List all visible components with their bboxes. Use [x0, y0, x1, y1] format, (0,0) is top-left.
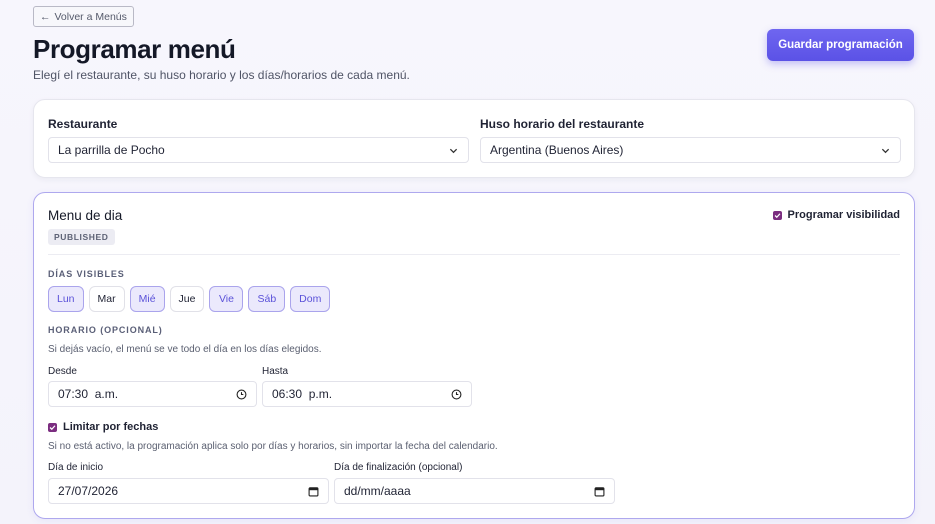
from-time-input[interactable]: 07:30 a.m. [48, 381, 257, 407]
timezone-select[interactable]: Argentina (Buenos Aires) [480, 137, 901, 163]
schedule-visibility-label: Programar visibilidad [787, 209, 900, 221]
visible-days-label: DÍAS VISIBLES [48, 269, 125, 279]
limit-dates-checkbox[interactable] [48, 422, 57, 432]
day-chip-lun[interactable]: Lun [48, 286, 84, 312]
day-selector: Lun Mar Mié Jue Vie Sáb Dom [48, 286, 331, 312]
clock-icon[interactable] [451, 389, 462, 400]
page-title: Programar menú [33, 34, 236, 64]
clock-icon[interactable] [236, 389, 247, 400]
start-date-input[interactable]: 27/07/2026 [48, 478, 329, 504]
day-chip-mié[interactable]: Mié [129, 286, 165, 312]
arrow-left-icon: ← [40, 10, 51, 23]
day-chip-jue[interactable]: Jue [169, 286, 205, 312]
check-icon [49, 424, 56, 430]
calendar-icon[interactable] [308, 486, 319, 497]
hours-hint: Si dejás vacío, el menú se ve todo el dí… [48, 344, 322, 355]
divider [48, 254, 900, 255]
schedule-visibility-checkbox[interactable] [772, 210, 782, 220]
timezone-label: Huso horario del restaurante [480, 117, 645, 131]
day-chip-sáb[interactable]: Sáb [248, 286, 286, 312]
status-badge: PUBLISHED [48, 229, 115, 245]
from-label: Desde [48, 366, 77, 377]
end-date-label: Día de finalización (opcional) [334, 462, 463, 473]
menu-schedule-card: Menu de dia PUBLISHED Programar visibili… [33, 192, 915, 519]
restaurant-select-value: La parrilla de Pocho [58, 143, 165, 157]
page-subtitle: Elegí el restaurante, su huso horario y … [33, 68, 410, 82]
chevron-down-icon [449, 148, 458, 154]
from-time-value: 07:30 a.m. [58, 387, 119, 401]
restaurant-label: Restaurante [48, 117, 118, 131]
to-time-value: 06:30 p.m. [272, 387, 333, 401]
to-label: Hasta [262, 366, 289, 377]
back-label: Volver a Menús [54, 10, 127, 23]
restaurant-select[interactable]: La parrilla de Pocho [48, 137, 469, 163]
restaurant-card: Restaurante La parrilla de Pocho Huso ho… [33, 99, 915, 178]
to-time-input[interactable]: 06:30 p.m. [262, 381, 472, 407]
day-chip-dom[interactable]: Dom [290, 286, 331, 312]
limit-dates-toggle[interactable]: Limitar por fechas [48, 421, 158, 433]
save-schedule-button[interactable]: Guardar programación [767, 29, 914, 61]
back-to-menus-button[interactable]: ← Volver a Menús [33, 6, 134, 27]
limit-dates-hint: Si no está activo, la programación aplic… [48, 441, 498, 452]
timezone-select-value: Argentina (Buenos Aires) [490, 143, 624, 157]
end-date-input[interactable]: dd/mm/aaaa [334, 478, 615, 504]
day-chip-mar[interactable]: Mar [88, 286, 125, 312]
schedule-visibility-toggle[interactable]: Programar visibilidad [772, 209, 900, 221]
limit-dates-label: Limitar por fechas [63, 421, 159, 433]
check-icon [774, 212, 780, 218]
start-date-value: 27/07/2026 [58, 484, 119, 498]
menu-name: Menu de dia [48, 208, 123, 223]
start-date-label: Día de inicio [48, 462, 104, 473]
calendar-icon[interactable] [594, 486, 605, 497]
end-date-value: dd/mm/aaaa [344, 484, 411, 498]
hours-label: HORARIO (OPCIONAL) [48, 325, 163, 335]
day-chip-vie[interactable]: Vie [209, 286, 244, 312]
chevron-down-icon [881, 148, 890, 154]
